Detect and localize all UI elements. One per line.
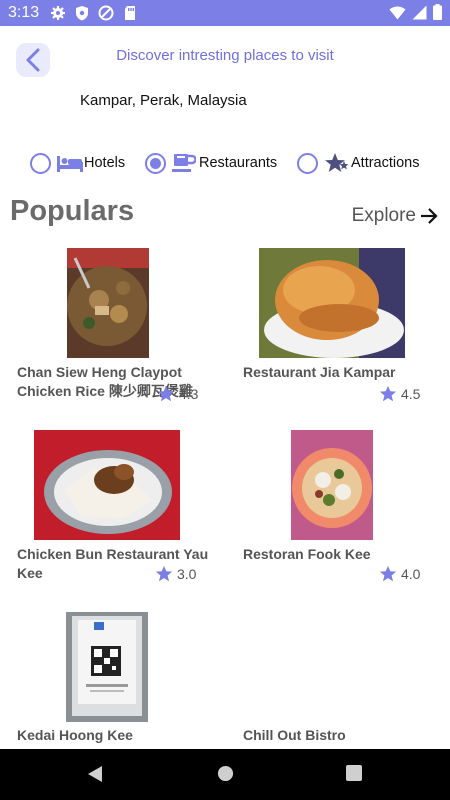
explore-label: Explore: [351, 205, 416, 226]
back-triangle-icon[interactable]: [86, 765, 104, 783]
radio-restaurants[interactable]: [145, 152, 166, 174]
chicken-bun-plate-photo: [34, 430, 180, 540]
page-title: Discover intresting places to visit: [116, 47, 334, 64]
place-name: Chill Out Bistro: [243, 727, 346, 743]
section-title-populars: Populars: [10, 195, 135, 227]
signal-icon: [412, 5, 427, 19]
recents-square-icon[interactable]: [346, 765, 362, 781]
arrow-right-icon: [421, 208, 438, 224]
at-sign-icon: [98, 5, 114, 21]
rating-value: 4.3: [179, 386, 199, 402]
chicken-bun-photo: [259, 248, 405, 358]
stars-icon: [324, 153, 350, 173]
place-name: Kedai Hoong Kee: [17, 727, 133, 743]
place-card-6[interactable]: Chill Out Bistro: [243, 612, 450, 749]
place-card-4[interactable]: Restoran Fook Kee 4.0: [243, 430, 450, 590]
shield-icon: [76, 6, 88, 21]
star-icon: [379, 385, 397, 402]
radio-hotels[interactable]: [30, 152, 51, 174]
rating-value: 4.5: [401, 386, 421, 402]
battery-icon: [433, 4, 442, 20]
noodles-bowl-photo: [291, 430, 373, 540]
qr-code-sign-photo: [66, 612, 148, 722]
status-time: 3:13: [8, 4, 40, 21]
star-icon: [379, 565, 397, 582]
filter-attractions[interactable]: Attractions: [297, 150, 420, 176]
star-icon: [155, 565, 173, 582]
filter-label-attractions: Attractions: [351, 155, 420, 171]
system-nav-bar: [0, 749, 450, 800]
gear-icon: [51, 6, 65, 20]
sd-card-icon: [125, 6, 135, 20]
claypot-chicken-rice-photo: [67, 248, 149, 358]
filter-hotels[interactable]: Hotels: [30, 150, 125, 176]
place-rating: 4.5: [379, 385, 420, 403]
place-name: Restaurant Jia Kampar: [243, 364, 396, 380]
place-name: Restoran Fook Kee: [243, 546, 371, 562]
place-rating: 3.0: [155, 565, 196, 583]
location-label: Kampar, Perak, Malaysia: [80, 92, 247, 109]
place-rating: 4.3: [157, 385, 198, 403]
rating-value: 4.0: [401, 566, 421, 582]
explore-link[interactable]: Explore: [352, 205, 438, 227]
place-card-2[interactable]: Restaurant Jia Kampar 4.5: [243, 248, 450, 408]
place-rating: 4.0: [379, 565, 420, 583]
wifi-icon: [389, 5, 406, 20]
category-filter-group: Hotels Restaurants Attractions: [0, 150, 450, 176]
star-icon: [157, 385, 175, 402]
coffee-cup-icon: [172, 153, 198, 173]
radio-attractions[interactable]: [297, 152, 318, 174]
filter-label-hotels: Hotels: [84, 155, 126, 171]
place-card-3[interactable]: Chicken Bun Restaurant Yau Kee 3.0: [17, 430, 227, 590]
place-card-1[interactable]: Chan Siew Heng Claypot Chicken Rice 陳少卿瓦…: [17, 248, 227, 408]
place-card-5[interactable]: Kedai Hoong Kee: [17, 612, 227, 749]
rating-value: 3.0: [177, 566, 197, 582]
bed-icon: [57, 153, 83, 173]
filter-label-restaurants: Restaurants: [199, 155, 278, 171]
home-circle-icon[interactable]: [217, 765, 234, 782]
status-right-icons: [389, 4, 442, 20]
filter-restaurants[interactable]: Restaurants: [145, 150, 277, 176]
status-bar: 3:13: [0, 0, 450, 26]
